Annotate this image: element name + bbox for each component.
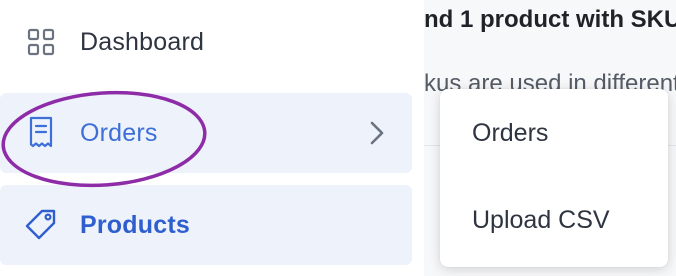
sidebar-item-label: Products <box>80 210 190 239</box>
grid-icon <box>24 25 58 59</box>
chevron-right-icon <box>366 118 388 148</box>
submenu-item-upload-csv[interactable]: Upload CSV <box>440 190 668 250</box>
sidebar-item-label: Dashboard <box>80 27 205 56</box>
page-title: nd 1 product with SKU <box>424 6 676 33</box>
orders-submenu: Orders Upload CSV <box>440 89 668 267</box>
sidebar-item-orders[interactable]: Orders <box>0 93 412 173</box>
receipt-icon <box>24 116 58 150</box>
tag-icon <box>24 208 58 242</box>
sidebar: Dashboard Orders Products <box>0 0 424 276</box>
submenu-item-orders[interactable]: Orders <box>440 103 668 163</box>
sidebar-item-products[interactable]: Products <box>0 185 412 265</box>
sidebar-item-dashboard[interactable]: Dashboard <box>0 2 412 82</box>
sidebar-item-label: Orders <box>80 118 158 147</box>
